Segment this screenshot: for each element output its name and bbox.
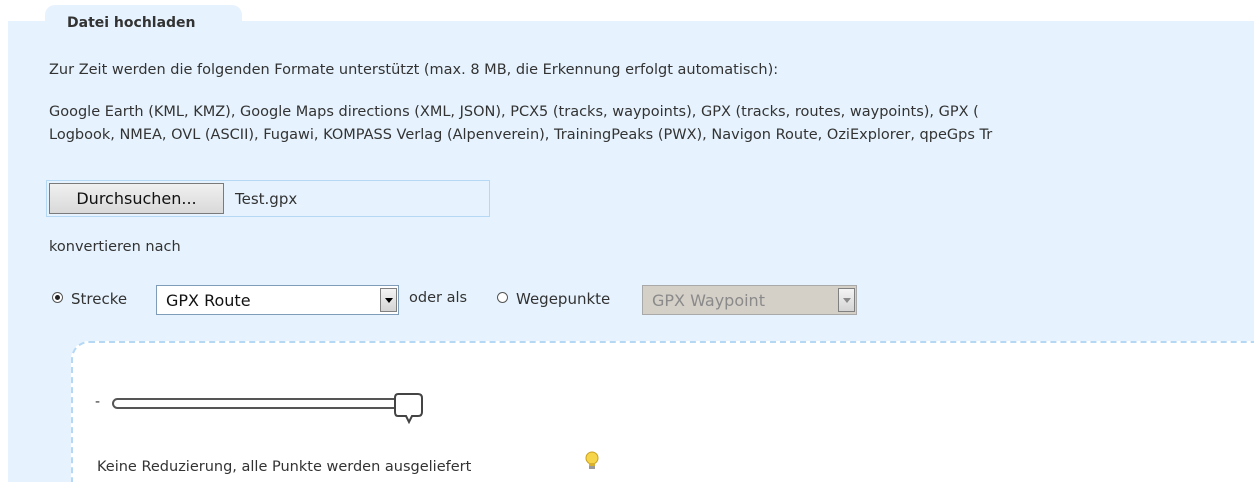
or-as-label: oder als xyxy=(409,290,468,306)
waypoint-format-value: GPX Waypoint xyxy=(652,291,765,310)
slider-minus-label: - xyxy=(95,394,101,410)
tab-title: Datei hochladen xyxy=(67,15,196,31)
chevron-down-icon[interactable] xyxy=(380,288,397,312)
lightbulb-icon[interactable] xyxy=(584,451,600,471)
chevron-down-icon xyxy=(838,288,855,312)
waypoint-format-select: GPX Waypoint xyxy=(642,285,857,315)
converter-page: Datei hochladen Zur Zeit werden die folg… xyxy=(0,0,1254,482)
selected-file-name: Test.gpx xyxy=(235,190,298,208)
waypoints-radio[interactable] xyxy=(497,292,508,303)
formats-list-line-1: Google Earth (KML, KMZ), Google Maps dir… xyxy=(49,104,979,120)
track-format-select[interactable]: GPX Route xyxy=(156,285,399,315)
track-radio[interactable] xyxy=(52,292,63,303)
supported-formats-intro: Zur Zeit werden die folgenden Formate un… xyxy=(49,62,779,78)
browse-button[interactable]: Durchsuchen... xyxy=(49,183,224,214)
track-format-value: GPX Route xyxy=(166,291,251,310)
reduction-slider-track[interactable] xyxy=(112,398,412,409)
reduction-info-text: Keine Reduzierung, alle Punkte werden au… xyxy=(97,459,472,475)
track-label: Strecke xyxy=(71,290,128,308)
slider-handle[interactable] xyxy=(394,392,424,424)
convert-to-label: konvertieren nach xyxy=(49,239,181,255)
formats-list-line-2: Logbook, NMEA, OVL (ASCII), Fugawi, KOMP… xyxy=(49,127,993,143)
waypoints-label: Wegepunkte xyxy=(516,290,611,308)
